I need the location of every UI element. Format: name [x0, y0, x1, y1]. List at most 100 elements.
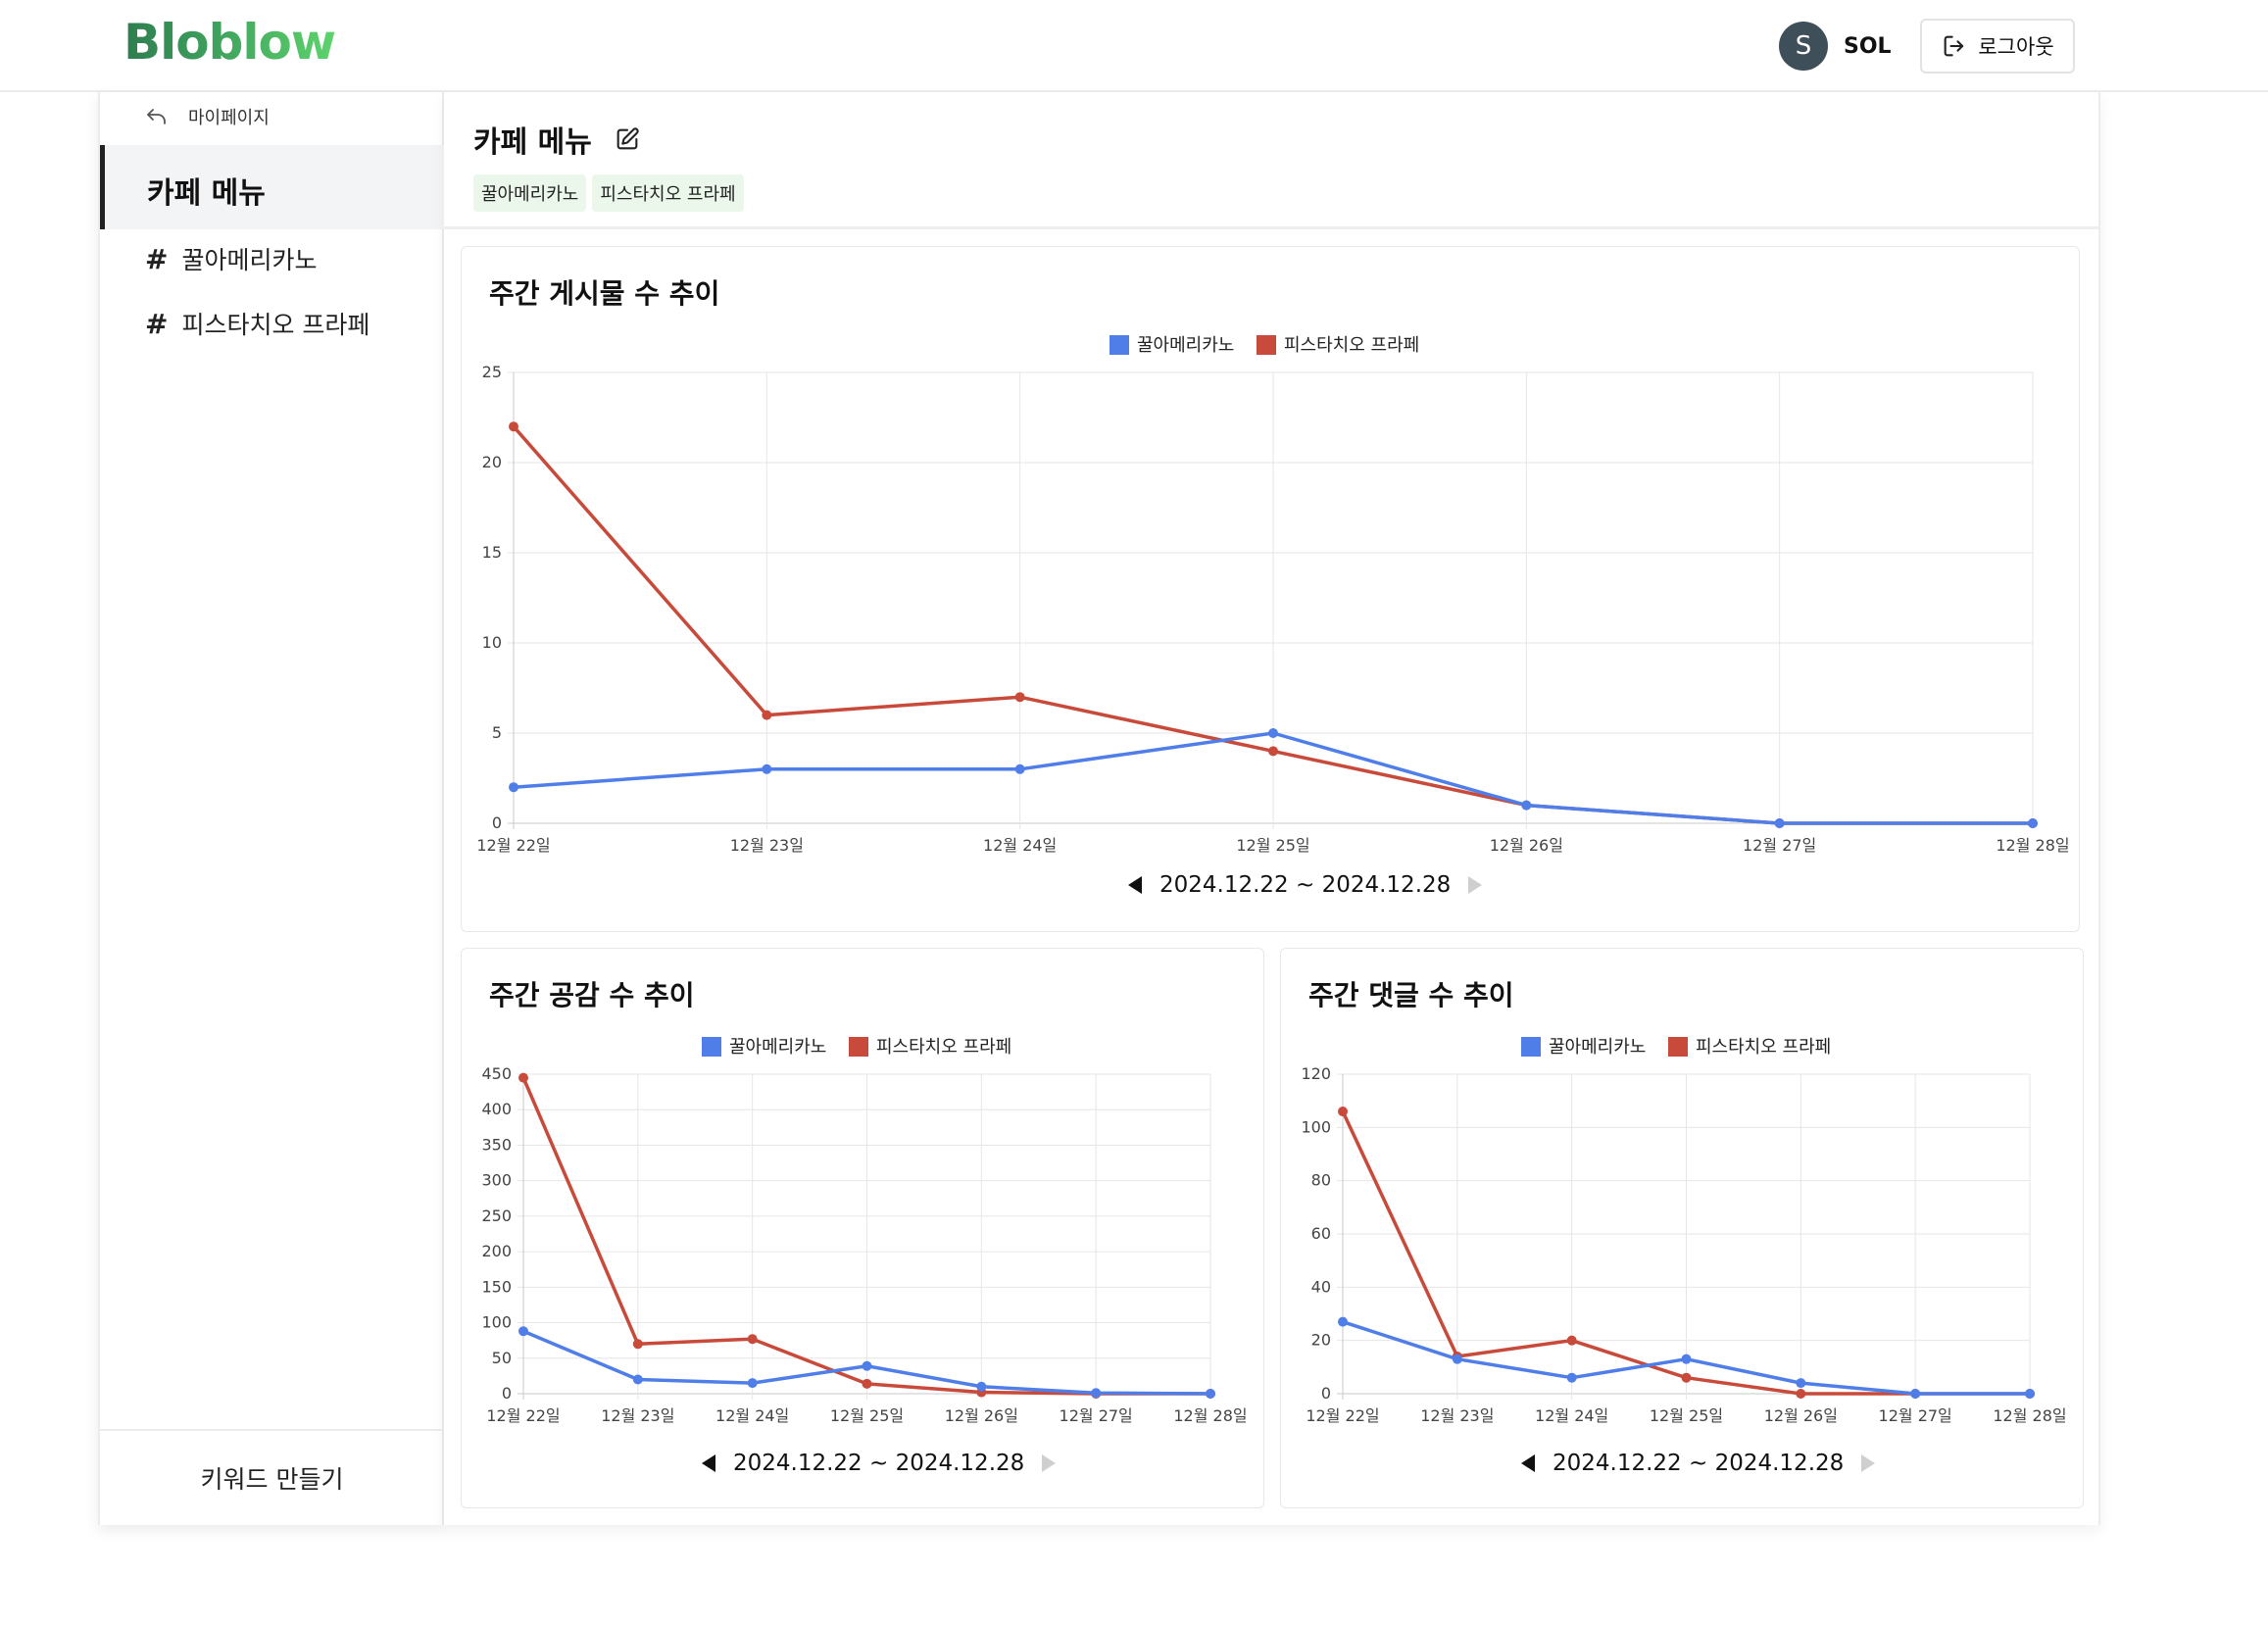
data-point[interactable] — [518, 1072, 528, 1083]
week-navigator: 2024.12.22 ~ 2024.12.28 — [1521, 1451, 1876, 1476]
back-arrow-icon — [147, 109, 166, 124]
edit-icon[interactable] — [614, 125, 641, 153]
data-point[interactable] — [509, 421, 518, 432]
legend-swatch[interactable] — [1668, 1037, 1688, 1057]
legend-swatch[interactable] — [1521, 1037, 1541, 1057]
data-point[interactable] — [632, 1339, 643, 1350]
legend-label[interactable]: 피스타치오 프라페 — [1284, 335, 1419, 356]
back-label: 마이페이지 — [188, 108, 270, 128]
week-navigator: 2024.12.22 ~ 2024.12.28 — [702, 1451, 1057, 1476]
data-point[interactable] — [2025, 1389, 2035, 1399]
logout-label: 로그아웃 — [1978, 35, 2054, 59]
y-tick-label: 200 — [481, 1242, 512, 1260]
x-tick-label: 12월 26일 — [1490, 836, 1563, 855]
legend-swatch[interactable] — [702, 1037, 721, 1057]
data-point[interactable] — [1796, 1378, 1806, 1389]
prev-week-icon[interactable] — [702, 1454, 715, 1472]
legend-swatch[interactable] — [1109, 335, 1129, 355]
x-tick-label: 12월 27일 — [1060, 1406, 1133, 1425]
prev-week-icon[interactable] — [1521, 1454, 1535, 1472]
sidebar-item-label: 꿀아메리카노 — [181, 246, 318, 274]
data-point[interactable] — [1566, 1372, 1577, 1383]
x-tick-label: 12월 23일 — [1420, 1406, 1494, 1425]
data-point[interactable] — [747, 1334, 758, 1345]
x-tick-label: 12월 28일 — [1996, 836, 2069, 855]
user-info[interactable]: S SOL — [1779, 22, 1892, 71]
data-point[interactable] — [1452, 1354, 1462, 1364]
data-point[interactable] — [762, 710, 772, 720]
legend-label[interactable]: 꿀아메리카노 — [1549, 1037, 1646, 1058]
data-point[interactable] — [2028, 818, 2038, 828]
next-week-icon[interactable] — [1042, 1454, 1057, 1472]
legend-swatch[interactable] — [1257, 335, 1276, 355]
data-point[interactable] — [1338, 1107, 1348, 1117]
logo[interactable]: Bloblow — [123, 14, 336, 71]
prev-week-icon[interactable] — [1128, 876, 1142, 894]
legend-swatch[interactable] — [849, 1037, 868, 1057]
comments-line-chart: 0 20 40 60 80 100 120 12월 22일 12월 23일 12월 24일 12월 … — [1301, 1037, 2067, 1425]
y-tick-label: 350 — [481, 1135, 512, 1154]
x-tick-label: 12월 22일 — [476, 836, 550, 855]
data-point[interactable] — [632, 1374, 643, 1385]
legend-label[interactable]: 꿀아메리카노 — [1137, 335, 1234, 356]
data-point[interactable] — [1681, 1372, 1692, 1383]
week-range-label: 2024.12.22 ~ 2024.12.28 — [1159, 872, 1452, 898]
sidebar-item-pistachio-frappe[interactable]: # 피스타치오 프라페 — [145, 306, 370, 341]
next-week-icon[interactable] — [1468, 876, 1483, 894]
x-tick-label: 12월 27일 — [1879, 1406, 1952, 1425]
title-section: 카페 메뉴 꿀아메리카노 피스타치오 프라페 — [444, 92, 2098, 229]
x-tick-label: 12월 26일 — [1764, 1406, 1838, 1425]
x-tick-label: 12월 24일 — [983, 836, 1057, 855]
data-point[interactable] — [1681, 1354, 1692, 1364]
data-point[interactable] — [976, 1381, 987, 1392]
data-point[interactable] — [1338, 1316, 1348, 1327]
logout-button[interactable]: 로그아웃 — [1920, 19, 2075, 74]
back-to-mypage[interactable]: 마이페이지 — [145, 104, 270, 129]
data-point[interactable] — [1774, 818, 1785, 828]
data-point[interactable] — [509, 782, 518, 793]
y-tick-label: 150 — [481, 1277, 512, 1296]
hash-icon: # — [145, 242, 169, 275]
next-week-icon[interactable] — [1861, 1454, 1876, 1472]
logout-icon — [1944, 35, 1964, 57]
data-point[interactable] — [1521, 800, 1532, 811]
data-point[interactable] — [1206, 1389, 1215, 1399]
data-point[interactable] — [1014, 763, 1025, 774]
y-tick-label: 15 — [482, 543, 502, 562]
data-point[interactable] — [1014, 692, 1025, 703]
y-tick-label: 20 — [482, 453, 502, 471]
data-point[interactable] — [762, 763, 772, 774]
tag-list: 꿀아메리카노 피스타치오 프라페 — [473, 174, 744, 212]
posts-line-chart: 0 5 10 15 20 25 12월 22일 12월 23일 12월 24일 12월 25일 12… — [476, 335, 2070, 855]
legend-label[interactable]: 피스타치오 프라페 — [876, 1037, 1011, 1058]
data-point[interactable] — [747, 1378, 758, 1389]
x-tick-label: 12월 23일 — [730, 836, 804, 855]
sidebar-item-honey-americano[interactable]: # 꿀아메리카노 — [145, 241, 317, 276]
page-title: 카페 메뉴 — [473, 118, 641, 161]
data-point[interactable] — [862, 1378, 872, 1389]
data-point[interactable] — [1268, 746, 1278, 757]
data-point[interactable] — [1910, 1389, 1921, 1399]
data-point[interactable] — [862, 1360, 872, 1371]
legend-label[interactable]: 피스타치오 프라페 — [1696, 1037, 1831, 1058]
sidebar-active-label: 카페 메뉴 — [147, 176, 266, 211]
y-tick-label: 0 — [1321, 1384, 1331, 1403]
data-point[interactable] — [1091, 1388, 1102, 1399]
x-tick-label: 12월 22일 — [1306, 1406, 1379, 1425]
data-point[interactable] — [1268, 728, 1278, 738]
tag: 꿀아메리카노 — [473, 174, 587, 212]
x-tick-label: 12월 28일 — [1993, 1406, 2066, 1425]
x-tick-label: 12월 23일 — [601, 1406, 674, 1425]
x-tick-label: 12월 24일 — [1535, 1406, 1608, 1425]
data-point[interactable] — [1796, 1389, 1806, 1399]
data-point[interactable] — [518, 1326, 528, 1337]
legend-label[interactable]: 꿀아메리카노 — [729, 1037, 826, 1058]
comments-chart-card: 주간 댓글 수 추이 0 20 40 60 80 100 120 12월 22일 12월 23일… — [1280, 948, 2084, 1508]
avatar[interactable]: S — [1779, 22, 1828, 71]
sidebar: 마이페이지 카페 메뉴 # 꿀아메리카노 # 피스타치오 프라페 키워드 만들기 — [98, 92, 444, 1525]
create-keyword-button[interactable]: 키워드 만들기 — [100, 1429, 444, 1525]
y-tick-label: 450 — [481, 1064, 512, 1083]
user-name: SOL — [1844, 33, 1892, 59]
data-point[interactable] — [1566, 1335, 1577, 1346]
sidebar-item-cafe-menu[interactable]: 카페 메뉴 — [100, 145, 444, 229]
